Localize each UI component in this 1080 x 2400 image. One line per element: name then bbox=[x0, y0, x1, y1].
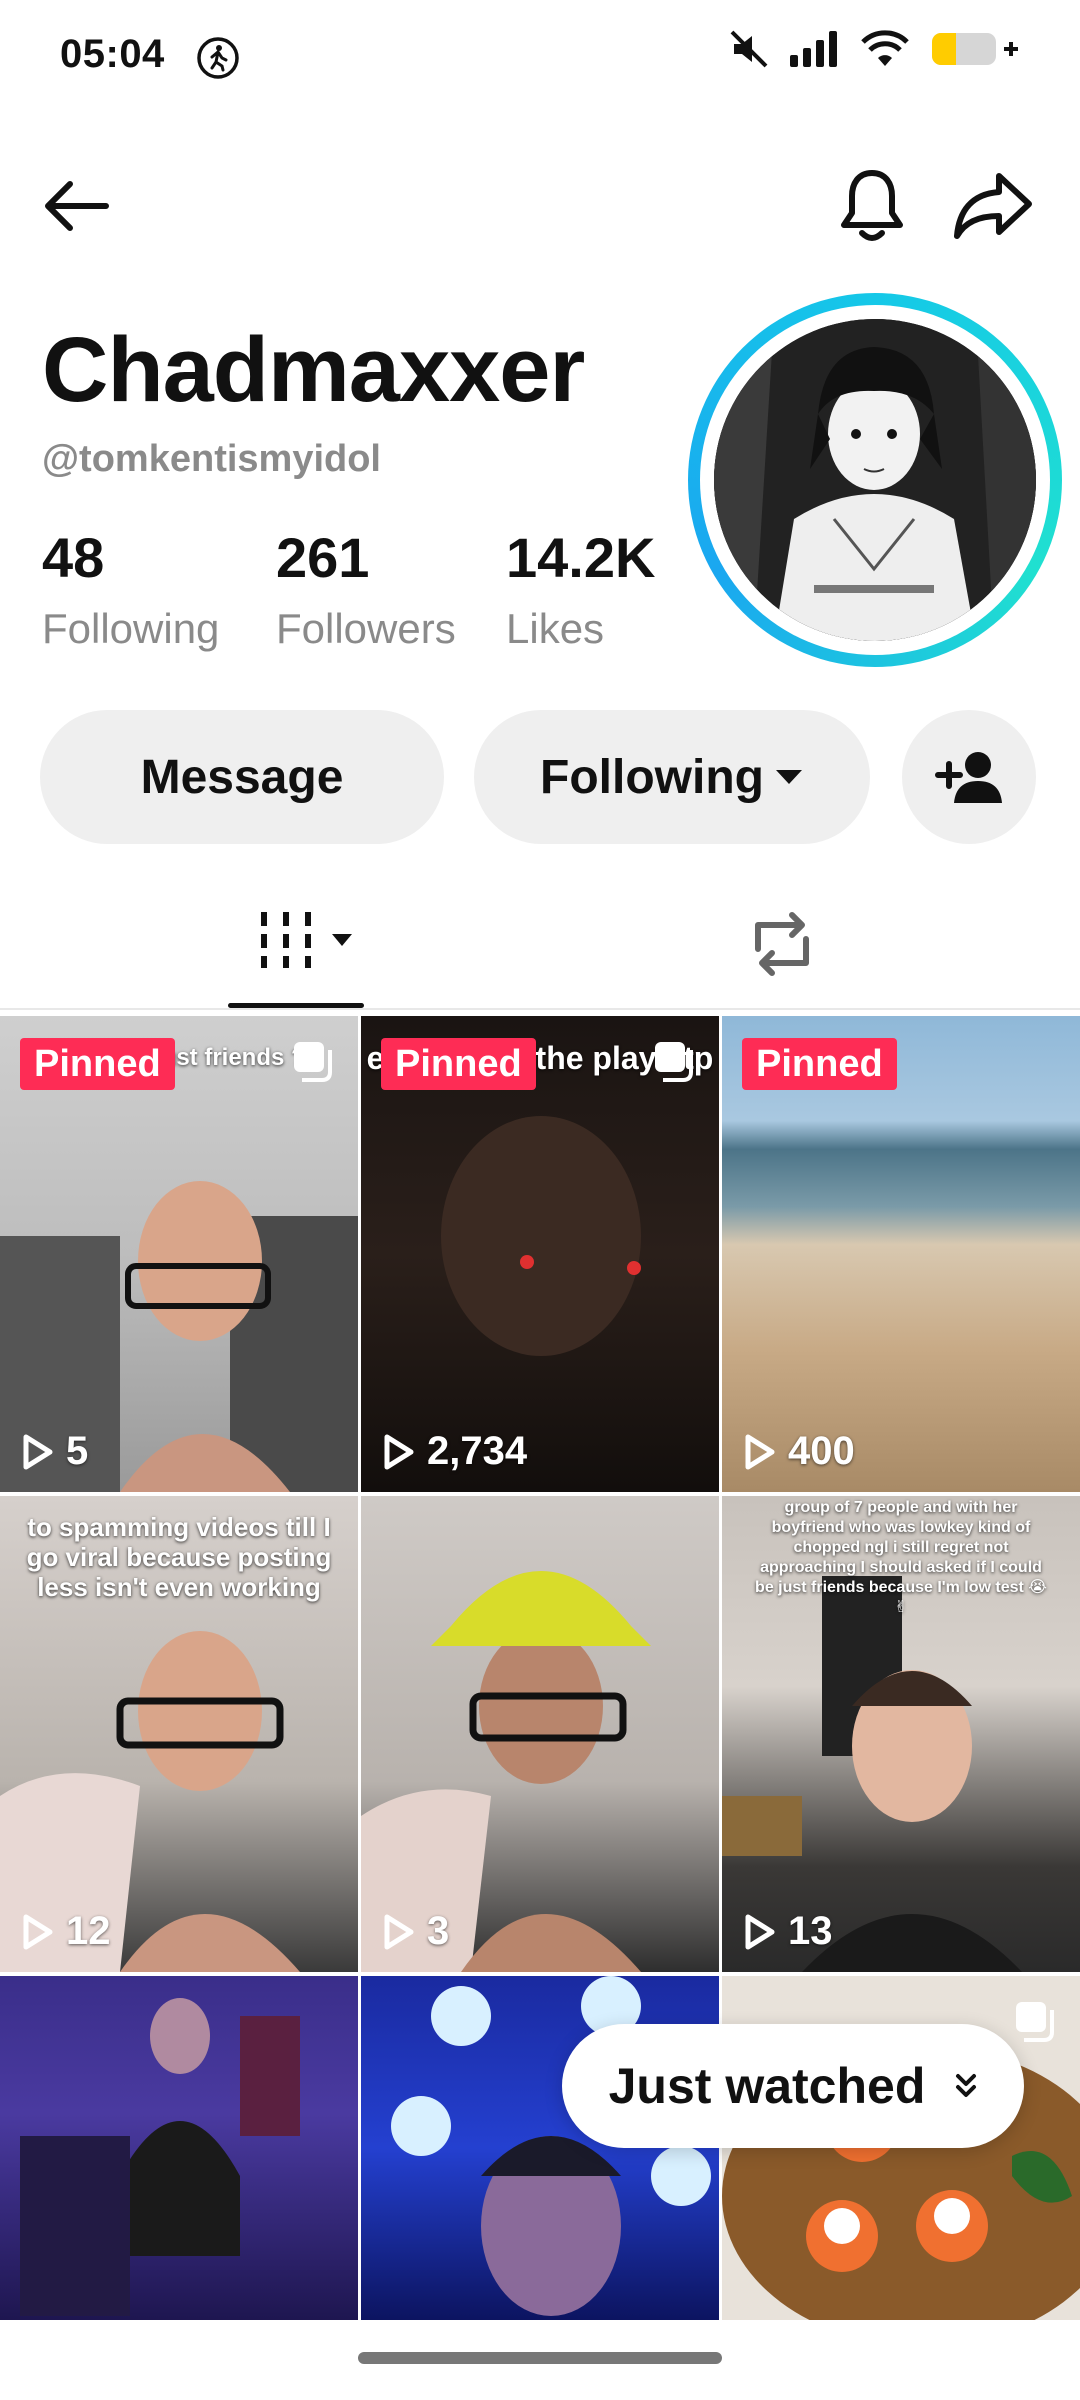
view-count-value: 5 bbox=[66, 1429, 89, 1473]
back-arrow-icon bbox=[45, 181, 109, 231]
just-watched-button[interactable]: Just watched bbox=[562, 2024, 1024, 2148]
video-thumbnail[interactable]: to spamming videos till I go viral becau… bbox=[0, 1496, 358, 1972]
signal-icon bbox=[790, 31, 837, 67]
video-thumbnail[interactable]: ls like to just friends ? Pinned 5 bbox=[0, 1016, 358, 1492]
just-watched-label: Just watched bbox=[608, 2058, 926, 2114]
avatar[interactable] bbox=[688, 293, 1062, 667]
mute-icon bbox=[730, 30, 768, 68]
stat-followers[interactable]: 261 Followers bbox=[276, 530, 456, 650]
username: @tomkentismyidol bbox=[42, 438, 381, 480]
following-button-label: Following bbox=[540, 750, 764, 804]
view-count: 12 bbox=[22, 1909, 111, 1954]
grid-icon bbox=[261, 912, 352, 968]
stat-followers-label: Followers bbox=[276, 605, 456, 652]
tab-divider bbox=[0, 1008, 1080, 1010]
avatar-image bbox=[714, 319, 1036, 641]
view-count: 400 bbox=[744, 1429, 855, 1474]
pinned-badge: Pinned bbox=[20, 1038, 175, 1090]
stat-likes[interactable]: 14.2K Likes bbox=[506, 530, 655, 650]
notifications-button[interactable] bbox=[836, 166, 908, 246]
share-button[interactable] bbox=[952, 166, 1034, 246]
view-count: 3 bbox=[383, 1909, 449, 1954]
home-indicator[interactable] bbox=[358, 2352, 722, 2364]
video-thumbnail[interactable]: 3 bbox=[361, 1496, 719, 1972]
view-count: 2,734 bbox=[383, 1429, 527, 1474]
video-caption: group of 7 people and with her boyfriend… bbox=[755, 1499, 1047, 1616]
video-thumbnail[interactable]: group of 7 people and with her boyfriend… bbox=[722, 1496, 1080, 1972]
play-icon bbox=[745, 1434, 775, 1469]
view-count-value: 2,734 bbox=[427, 1429, 528, 1473]
double-chevron-down-icon bbox=[956, 2074, 977, 2097]
status-time: 05:04 bbox=[60, 32, 165, 76]
tab-reposts[interactable] bbox=[740, 906, 824, 982]
caret-down-icon bbox=[775, 770, 802, 784]
stat-following[interactable]: 48 Following bbox=[42, 530, 219, 650]
video-thumbnail[interactable] bbox=[0, 1976, 358, 2320]
add-user-icon bbox=[935, 752, 1002, 803]
stat-following-count: 48 bbox=[42, 526, 105, 589]
stat-likes-count: 14.2K bbox=[506, 526, 656, 589]
status-icons bbox=[728, 28, 1018, 70]
repost-icon bbox=[755, 912, 809, 976]
wifi-icon bbox=[861, 30, 909, 66]
back-button[interactable] bbox=[40, 170, 112, 242]
play-icon bbox=[23, 1914, 53, 1949]
tab-videos[interactable] bbox=[258, 900, 358, 980]
bell-icon bbox=[841, 170, 903, 241]
multi-video-icon bbox=[294, 1042, 332, 1082]
add-friend-button[interactable] bbox=[902, 710, 1036, 844]
stat-likes-label: Likes bbox=[506, 605, 605, 652]
battery-icon bbox=[932, 33, 1018, 65]
message-button[interactable]: Message bbox=[40, 710, 444, 844]
play-icon bbox=[23, 1434, 53, 1469]
view-count: 13 bbox=[744, 1909, 833, 1954]
stat-followers-count: 261 bbox=[276, 526, 370, 589]
display-name: Chadmaxxer bbox=[42, 319, 585, 421]
pinned-badge: Pinned bbox=[742, 1038, 897, 1090]
multi-video-icon bbox=[655, 1042, 693, 1082]
play-icon bbox=[384, 1434, 414, 1469]
video-thumbnail[interactable]: e ng mi t b the play atp Pinned 2,734 bbox=[361, 1016, 719, 1492]
following-button[interactable]: Following bbox=[474, 710, 870, 844]
view-count-value: 3 bbox=[427, 1909, 450, 1953]
video-caption: to spamming videos till I go viral becau… bbox=[26, 1512, 332, 1602]
view-count: 5 bbox=[22, 1429, 88, 1474]
multi-video-icon bbox=[1016, 2002, 1054, 2042]
view-count-value: 13 bbox=[788, 1909, 833, 1953]
view-count-value: 12 bbox=[66, 1909, 111, 1953]
play-icon bbox=[384, 1914, 414, 1949]
view-count-value: 400 bbox=[788, 1429, 855, 1473]
play-icon bbox=[745, 1914, 775, 1949]
pinned-badge: Pinned bbox=[381, 1038, 536, 1090]
stat-following-label: Following bbox=[42, 605, 220, 652]
accessibility-icon bbox=[196, 36, 240, 85]
share-icon bbox=[954, 173, 1032, 239]
video-thumbnail[interactable]: Pinned 400 bbox=[722, 1016, 1080, 1492]
